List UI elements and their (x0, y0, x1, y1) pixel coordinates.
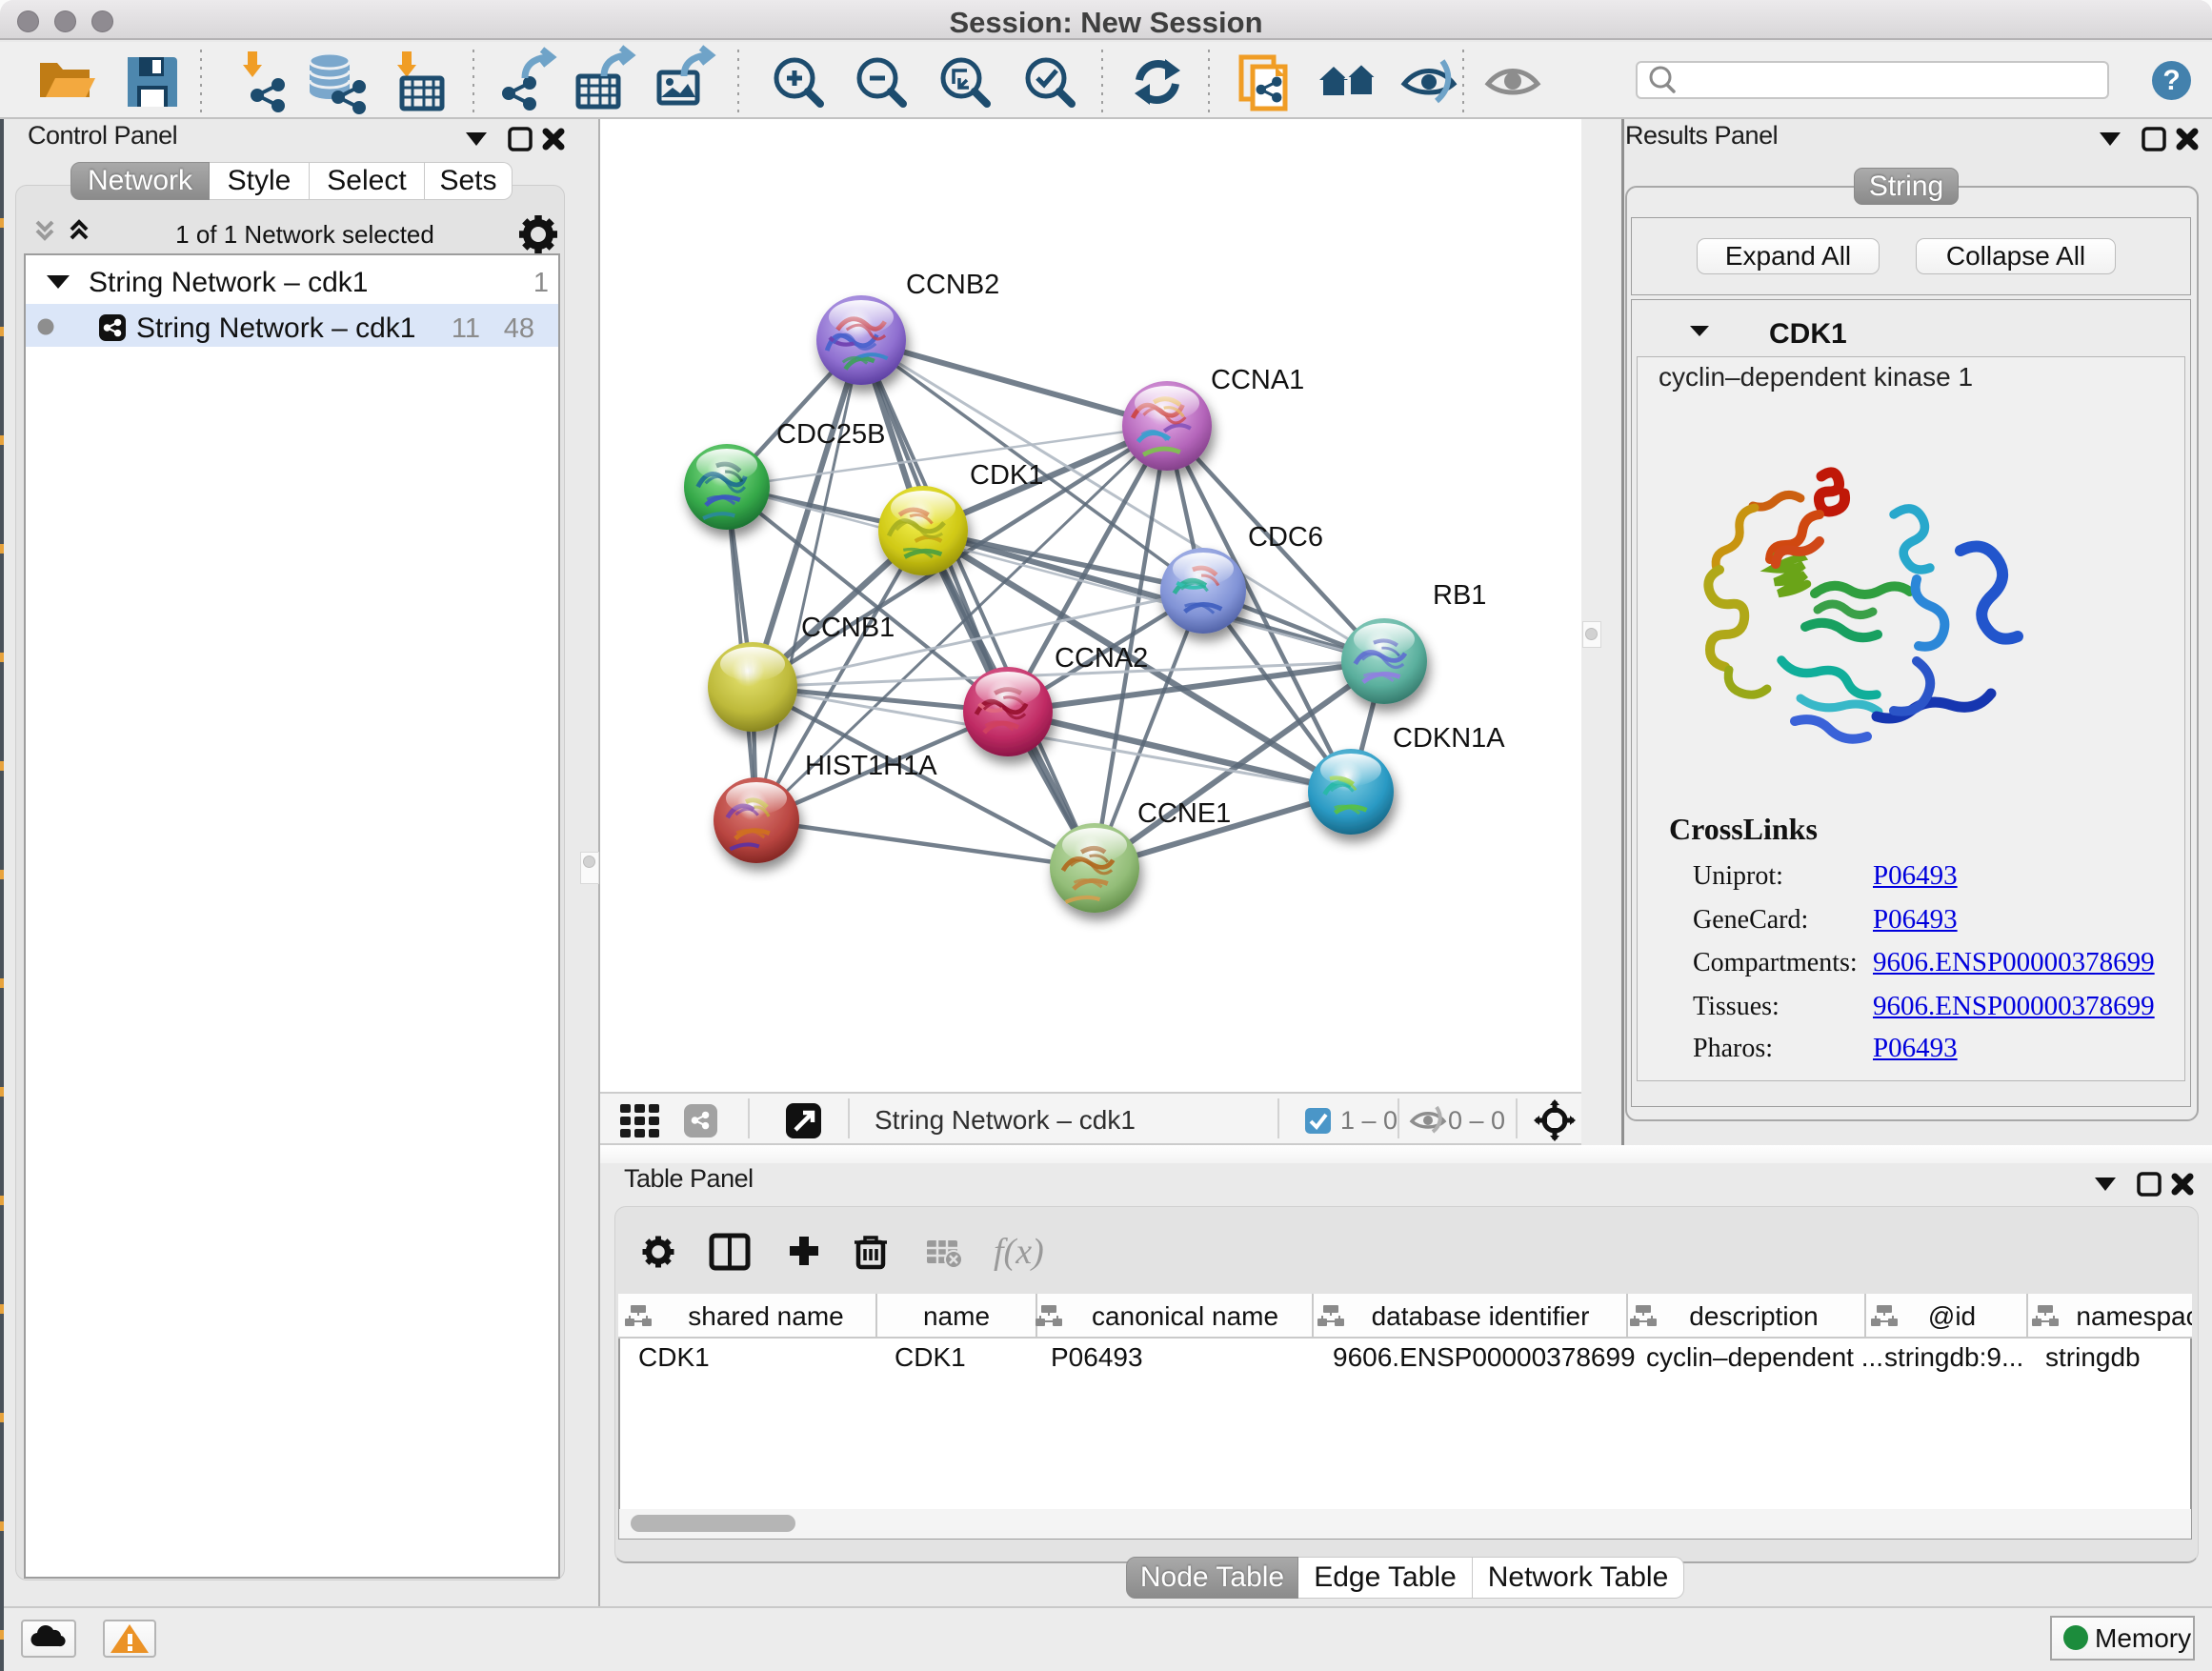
svg-text:description: description (1689, 1301, 1818, 1331)
svg-text:CDK1: CDK1 (638, 1342, 710, 1372)
svg-text:0 – 0: 0 – 0 (1448, 1106, 1505, 1135)
svg-text:11: 11 (452, 313, 480, 344)
svg-text:RB1: RB1 (1433, 580, 1486, 611)
svg-text:CCNB2: CCNB2 (906, 270, 999, 300)
svg-text:1 – 0: 1 – 0 (1340, 1106, 1398, 1135)
svg-text:database identifier: database identifier (1372, 1301, 1590, 1331)
svg-text:CCNB1: CCNB1 (801, 613, 895, 643)
svg-text:cyclin–dependent ...: cyclin–dependent ... (1646, 1342, 1883, 1372)
svg-text:CCNA1: CCNA1 (1211, 365, 1304, 395)
svg-text:String Network – cdk1: String Network – cdk1 (89, 267, 368, 298)
svg-text:stringdb:9...: stringdb:9... (1884, 1342, 2023, 1372)
svg-text:@id: @id (1928, 1301, 1976, 1331)
svg-text:1: 1 (533, 268, 549, 298)
svg-text:shared name: shared name (688, 1301, 843, 1331)
svg-text:CDKN1A: CDKN1A (1393, 723, 1505, 754)
svg-text:name: name (923, 1301, 990, 1331)
svg-text:CCNE1: CCNE1 (1137, 798, 1231, 829)
svg-text:HIST1H1A: HIST1H1A (805, 751, 937, 781)
svg-text:CDC6: CDC6 (1248, 522, 1323, 553)
svg-text:P06493: P06493 (1051, 1342, 1143, 1372)
svg-text:canonical name: canonical name (1092, 1301, 1278, 1331)
svg-text:48: 48 (504, 313, 534, 344)
svg-text:String Network – cdk1: String Network – cdk1 (875, 1105, 1136, 1135)
svg-text:9606.ENSP00000378699: 9606.ENSP00000378699 (1333, 1342, 1636, 1372)
svg-text:CDK1: CDK1 (895, 1342, 966, 1372)
svg-text:CCNA2: CCNA2 (1055, 643, 1148, 674)
svg-text:String Network – cdk1: String Network – cdk1 (136, 312, 415, 344)
svg-text:1 of 1 Network selected: 1 of 1 Network selected (175, 220, 434, 249)
svg-text:stringdb: stringdb (2045, 1342, 2141, 1372)
svg-text:CDC25B: CDC25B (776, 419, 885, 450)
svg-text:f(x): f(x) (994, 1232, 1044, 1272)
svg-text:Memory: Memory (2095, 1623, 2191, 1653)
svg-text:namespac: namespac (2076, 1301, 2192, 1331)
svg-text:CDK1: CDK1 (970, 460, 1043, 491)
